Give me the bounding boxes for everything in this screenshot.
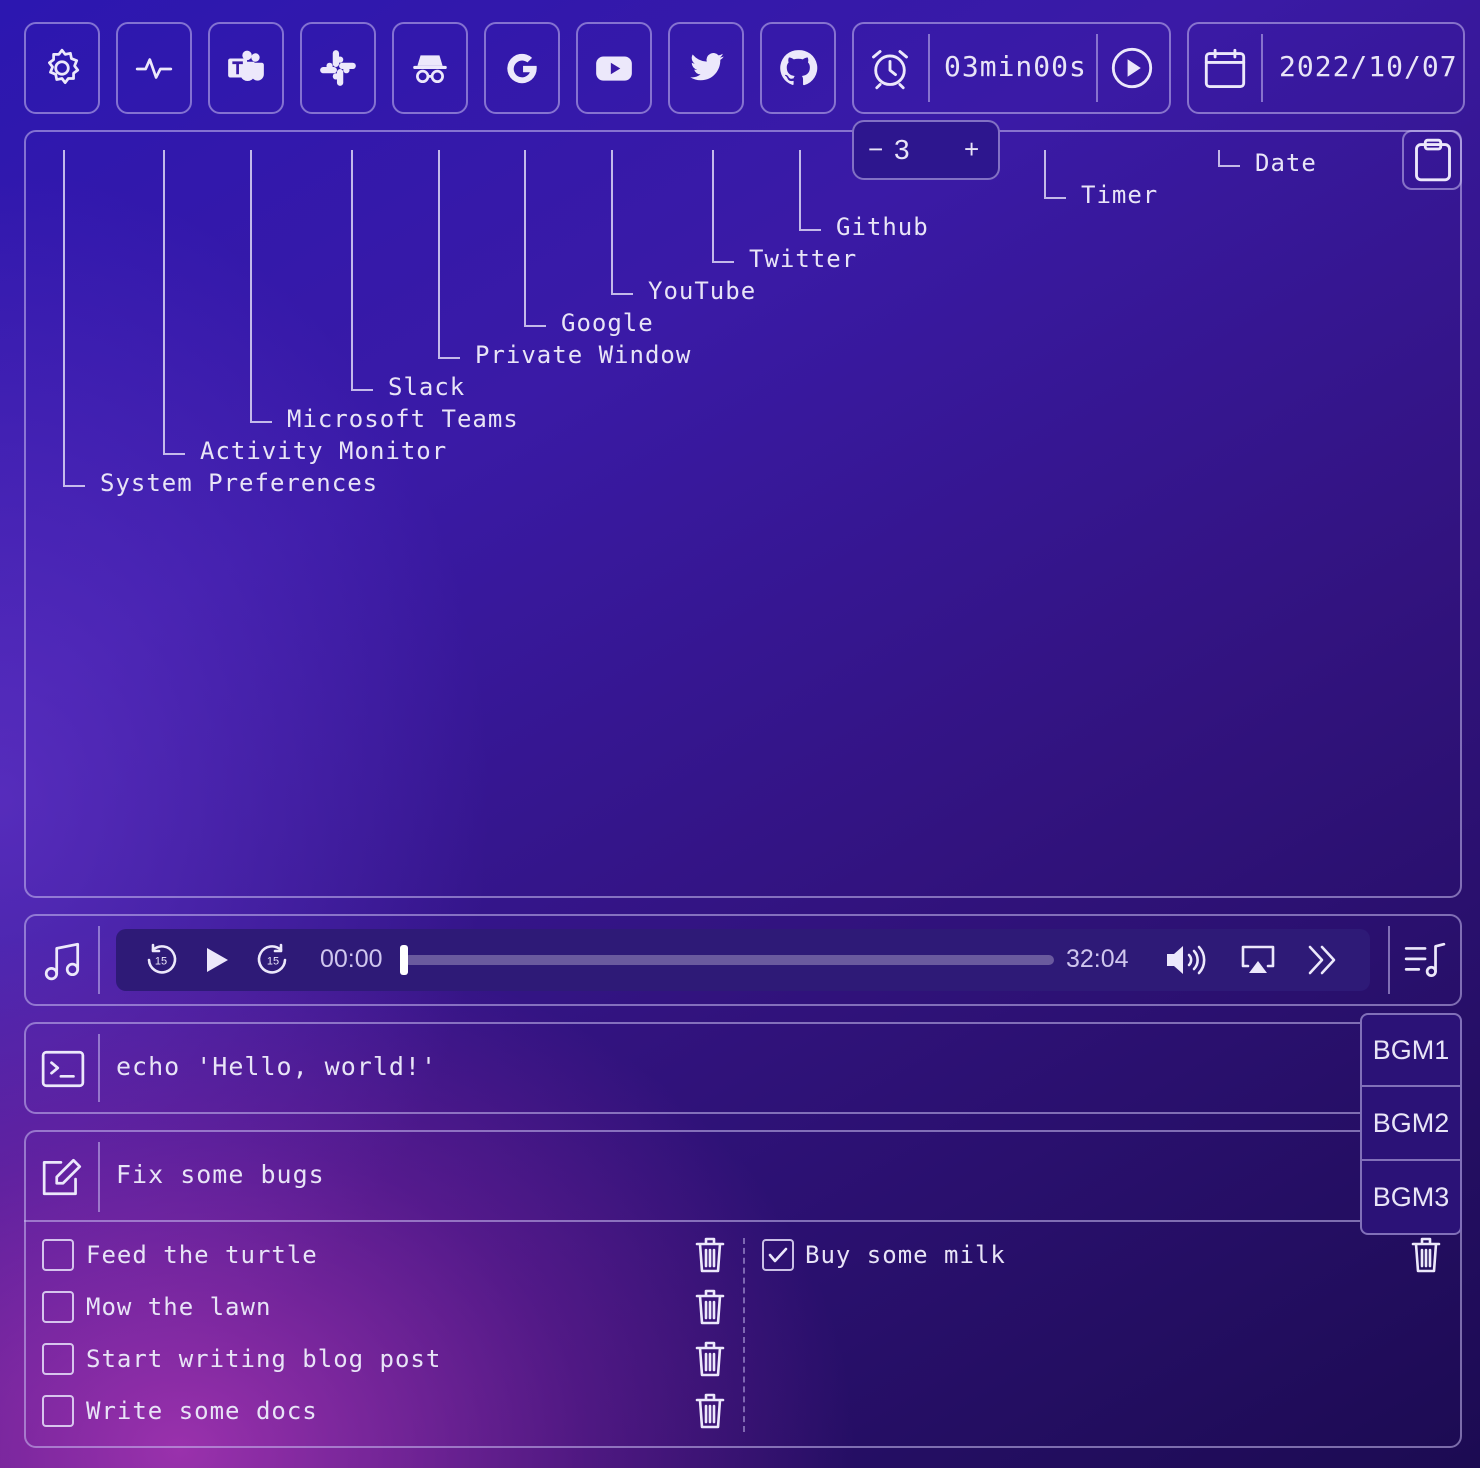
- google-button[interactable]: [484, 22, 560, 114]
- trash-icon[interactable]: [694, 1236, 726, 1274]
- music-note-icon[interactable]: [42, 940, 84, 982]
- duration: 32:04: [1066, 945, 1129, 973]
- progress-track[interactable]: [400, 945, 1054, 975]
- activity-icon: [135, 58, 173, 79]
- tree-label-activity-monitor: Activity Monitor: [200, 437, 448, 465]
- decrement-button[interactable]: −: [868, 134, 883, 165]
- tree-label-microsoft-teams: Microsoft Teams: [287, 405, 519, 433]
- youtube-button[interactable]: [576, 22, 652, 114]
- clipboard-button[interactable]: [1402, 130, 1462, 190]
- slack-icon: [320, 50, 356, 86]
- play-circle-icon: [1111, 47, 1153, 89]
- activity-monitor-button[interactable]: [116, 22, 192, 114]
- check-icon: [768, 1247, 788, 1263]
- terminal-input[interactable]: echo 'Hello, world!': [116, 1052, 437, 1081]
- google-icon: [507, 53, 537, 84]
- terminal-bar: echo 'Hello, world!': [24, 1022, 1364, 1114]
- playback-speed-button[interactable]: [1306, 943, 1338, 977]
- tree-label-github: Github: [836, 213, 929, 241]
- todo-checkbox[interactable]: [42, 1291, 74, 1323]
- audio-controls: 15 15 00:00 32:04: [116, 929, 1370, 991]
- incognito-icon: [413, 55, 447, 84]
- github-icon: [780, 50, 818, 86]
- forward-15-icon: 15: [257, 943, 287, 974]
- clipboard-icon: [1415, 138, 1451, 182]
- progress-thumb[interactable]: [400, 945, 408, 975]
- trash-icon[interactable]: [1410, 1236, 1442, 1274]
- trash-icon[interactable]: [694, 1392, 726, 1430]
- tree-label-slack: Slack: [388, 373, 466, 401]
- volume-button[interactable]: [1164, 943, 1212, 977]
- date-widget: 2022/10/07: [1187, 22, 1465, 114]
- airplay-icon: [1241, 945, 1275, 973]
- current-time: 00:00: [320, 945, 383, 973]
- music-player: 15 15 00:00 32:04: [24, 914, 1462, 1006]
- bgm-option-3[interactable]: BGM3: [1360, 1161, 1462, 1235]
- tree-label-system-preferences: System Preferences: [100, 469, 379, 497]
- edit-icon: [40, 1156, 86, 1198]
- twitter-icon: [690, 53, 724, 81]
- terminal-icon: [40, 1048, 86, 1090]
- timer-display: 03min00s: [944, 50, 1087, 83]
- trash-icon[interactable]: [694, 1288, 726, 1326]
- timer-minutes-value[interactable]: 3: [894, 134, 910, 166]
- todo-checkbox-checked[interactable]: [762, 1239, 794, 1271]
- teams-icon: [228, 50, 264, 82]
- skip-forward-15-button[interactable]: 15: [256, 943, 290, 977]
- github-button[interactable]: [760, 22, 836, 114]
- timer-widget: 03min00s: [852, 22, 1171, 114]
- bgm-option-2[interactable]: BGM2: [1360, 1087, 1462, 1161]
- play-icon: [207, 948, 228, 972]
- increment-button[interactable]: +: [964, 134, 979, 165]
- todo-divider: [743, 1238, 745, 1432]
- todo-text-completed: Buy some milk: [805, 1241, 1006, 1269]
- todo-checkbox[interactable]: [42, 1395, 74, 1427]
- airplay-button[interactable]: [1240, 944, 1276, 976]
- tree-label-twitter: Twitter: [749, 245, 858, 273]
- calendar-icon[interactable]: [1203, 48, 1247, 90]
- skip-back-label: 15: [155, 956, 167, 968]
- volume-icon: [1167, 945, 1206, 975]
- bgm-option-1[interactable]: BGM1: [1360, 1013, 1462, 1087]
- tree-label-youtube: YouTube: [648, 277, 757, 305]
- timer-stepper: − 3 +: [852, 120, 1000, 180]
- playlist-button[interactable]: [1402, 940, 1446, 982]
- todo-text: Feed the turtle: [86, 1241, 318, 1269]
- tree-label-date: Date: [1255, 149, 1317, 177]
- system-preferences-button[interactable]: [24, 22, 100, 114]
- private-window-button[interactable]: [392, 22, 468, 114]
- date-display: 2022/10/07: [1279, 50, 1458, 83]
- rewind-15-icon: 15: [147, 943, 177, 974]
- trash-icon[interactable]: [694, 1340, 726, 1378]
- microsoft-teams-button[interactable]: [208, 22, 284, 114]
- todo-input[interactable]: Fix some bugs: [116, 1160, 325, 1189]
- output-panel: [24, 130, 1462, 898]
- tree-label-timer: Timer: [1081, 181, 1159, 209]
- twitter-button[interactable]: [668, 22, 744, 114]
- todo-checkbox[interactable]: [42, 1239, 74, 1271]
- tree-label-google: Google: [561, 309, 654, 337]
- todo-input-bar: Fix some bugs: [24, 1130, 1364, 1222]
- slack-button[interactable]: [300, 22, 376, 114]
- play-button[interactable]: [202, 945, 232, 975]
- youtube-icon: [596, 56, 632, 81]
- todo-text: Mow the lawn: [86, 1293, 272, 1321]
- skip-forward-label: 15: [267, 956, 279, 968]
- timer-play-button[interactable]: [1110, 46, 1154, 90]
- skip-back-15-button[interactable]: 15: [144, 943, 178, 977]
- double-chevron-right-icon: [1308, 945, 1336, 975]
- gear-icon: [48, 48, 80, 85]
- todo-text: Start writing blog post: [86, 1345, 442, 1373]
- tree-label-private-window: Private Window: [475, 341, 692, 369]
- alarm-clock-icon[interactable]: [868, 46, 912, 90]
- playlist-icon: [1404, 942, 1446, 978]
- todo-text: Write some docs: [86, 1397, 318, 1425]
- todo-checkbox[interactable]: [42, 1343, 74, 1375]
